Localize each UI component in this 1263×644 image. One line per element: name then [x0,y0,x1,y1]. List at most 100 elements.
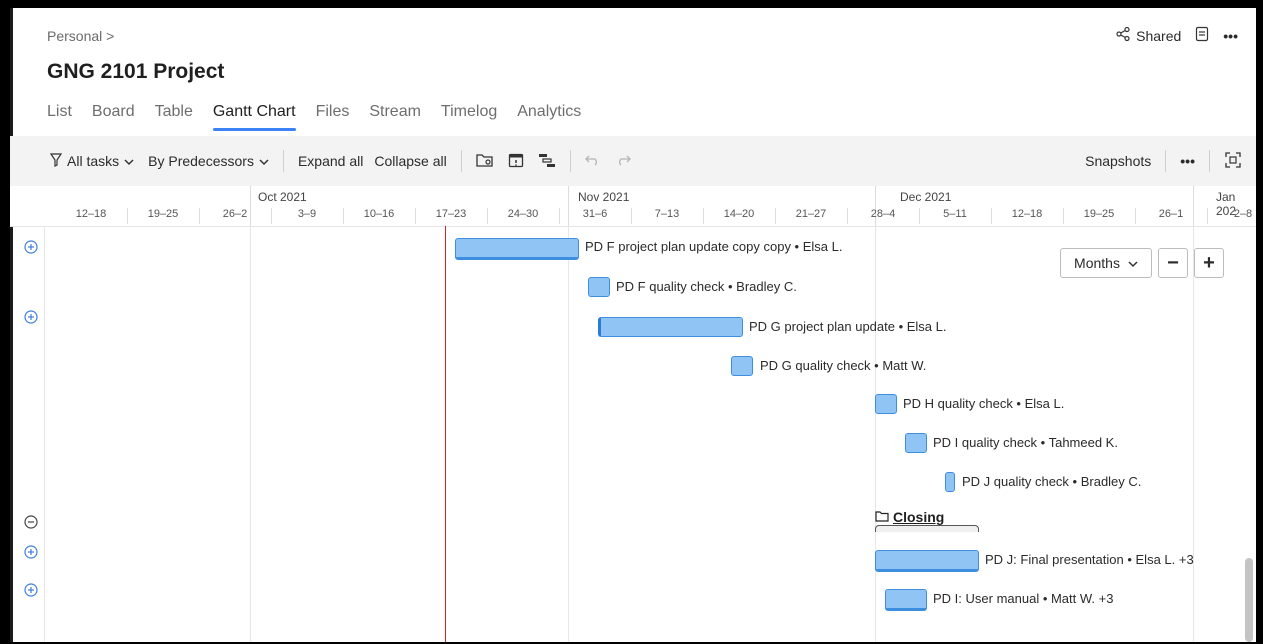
zoom-scale-label: Months [1074,255,1120,271]
undo-icon [584,153,601,169]
toolbar-divider [460,150,462,172]
collapse-minus-icon[interactable] [24,515,38,529]
filter-icon [49,152,63,170]
share-icon [1115,26,1131,45]
toolbar-more-button[interactable]: ••• [1180,153,1195,169]
task-bar[interactable] [885,589,927,611]
week-label: 12–18 [75,208,107,220]
expand-plus-icon[interactable] [24,310,38,324]
undo-button[interactable] [584,153,601,169]
group-closing[interactable]: Closing [875,509,944,525]
task-label[interactable]: PD G quality check • Matt W. [760,358,926,373]
week-label: 5–11 [943,208,967,220]
tab-timelog[interactable]: Timelog [441,103,497,131]
week-label: 10–16 [363,208,395,220]
week-label: 3–9 [297,208,317,220]
shared-button[interactable]: Shared [1115,26,1181,45]
breadcrumb[interactable]: Personal > [47,28,114,44]
fullscreen-button[interactable] [1224,151,1242,172]
task-bar[interactable] [588,277,610,297]
zoom-out-button[interactable]: − [1158,248,1188,278]
more-label: ••• [1223,27,1238,44]
month-gridline [1193,226,1194,642]
task-label[interactable]: PD J quality check • Bradley C. [962,474,1141,489]
tab-list[interactable]: List [47,103,72,131]
zoom-controls: Months − + [1060,248,1224,278]
calendar-icon [508,152,524,171]
chevron-down-icon [1128,255,1138,271]
group-label: Closing [893,509,945,525]
task-bar[interactable] [731,356,753,376]
tab-table[interactable]: Table [155,103,193,131]
task-label[interactable]: PD H quality check • Elsa L. [903,396,1064,411]
week-label: 19–25 [1083,208,1115,220]
clipboard-icon [1195,26,1209,45]
folder-settings-button[interactable] [476,152,494,171]
expand-plus-icon[interactable] [24,545,38,559]
by-predecessors-dropdown[interactable]: By Predecessors [148,153,269,169]
toolbar-divider [282,150,284,172]
task-bar[interactable] [945,472,955,492]
tab-analytics[interactable]: Analytics [517,103,581,131]
task-label[interactable]: PD I quality check • Tahmeed K. [933,435,1118,450]
expand-plus-icon[interactable] [24,240,38,254]
week-label: 28–4 [870,208,896,220]
tab-files[interactable]: Files [316,103,350,131]
month-divider [250,186,251,226]
redo-button[interactable] [615,153,631,169]
month-label-dec: Dec 2021 [900,190,952,204]
week-label: 7–13 [654,208,680,220]
task-bar[interactable] [905,433,927,453]
dependencies-button[interactable] [538,152,556,171]
shared-label: Shared [1136,27,1182,44]
task-bar[interactable] [875,550,979,572]
month-gridline [250,226,251,642]
week-label: 26–2 [222,208,248,220]
zoom-scale-dropdown[interactable]: Months [1060,248,1152,278]
task-bar[interactable] [455,238,579,260]
toolbar-divider [1165,150,1167,172]
all-tasks-filter[interactable]: All tasks [49,152,134,170]
header-actions: Shared ••• [1115,26,1238,45]
more-options-button[interactable]: ••• [1223,28,1238,44]
view-tabs: List Board Table Gantt Chart Files Strea… [47,103,581,131]
toolbar-divider [1209,150,1210,172]
month-divider [1193,186,1194,226]
task-label[interactable]: PD J: Final presentation • Elsa L. +3 [985,552,1194,567]
task-label[interactable]: PD G project plan update • Elsa L. [749,319,947,334]
by-predecessors-label: By Predecessors [148,153,254,169]
zoom-in-button[interactable]: + [1194,248,1224,278]
folder-icon [875,509,889,525]
snapshots-button[interactable]: Snapshots [1085,153,1151,169]
tab-board[interactable]: Board [92,103,135,131]
task-bar[interactable] [598,317,743,337]
gantt-toolbar: All tasks By Predecessors Expand all Col… [10,136,1256,186]
task-label[interactable]: PD F quality check • Bradley C. [616,279,797,294]
expand-plus-icon[interactable] [24,583,38,597]
task-bar[interactable] [875,394,897,414]
week-label: 12–18 [1011,208,1043,220]
month-divider [875,186,876,226]
chevron-down-icon [259,153,269,169]
tab-gantt-chart[interactable]: Gantt Chart [212,103,296,131]
expand-all-button[interactable]: Expand all [298,153,363,169]
page-title: GNG 2101 Project [47,60,225,83]
week-label: 2–8 [1233,208,1253,220]
task-label[interactable]: PD F project plan update copy copy • Els… [585,239,842,254]
task-label[interactable]: PD I: User manual • Matt W. +3 [933,591,1113,606]
toolbar-divider [569,150,571,172]
vertical-scrollbar[interactable] [1245,558,1253,642]
week-label: 31–6 [582,208,608,220]
today-line [445,226,446,642]
week-label: 17–23 [435,208,467,220]
chevron-down-icon [124,153,134,169]
redo-icon [615,153,631,169]
dependencies-icon [538,152,556,171]
notes-button[interactable] [1195,26,1209,45]
month-label-oct: Oct 2021 [258,190,307,204]
row-gutter-line [44,226,45,642]
collapse-all-button[interactable]: Collapse all [374,153,446,169]
schedule-button[interactable] [508,152,524,171]
tab-stream[interactable]: Stream [369,103,421,131]
app-window: Personal > GNG 2101 Project Shared ••• L… [10,8,1256,642]
